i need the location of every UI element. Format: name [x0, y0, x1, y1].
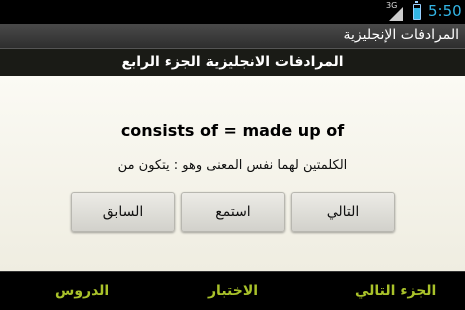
meaning-text: الكلمتين لهما نفس المعنى وهو : يتكون من	[117, 158, 348, 173]
nav-next-part[interactable]: الجزء التالي	[355, 283, 436, 299]
status-clock: 5:50	[428, 2, 462, 20]
app-title-bar: المرادفات الإنجليزية	[0, 24, 465, 48]
section-header: المرادفات الانجليزية الجزء الرابع	[0, 48, 465, 76]
bottom-nav: الدروس الاختبار الجزء التالي	[0, 271, 465, 310]
section-title: المرادفات الانجليزية الجزء الرابع	[121, 54, 344, 70]
next-button[interactable]: التالي	[291, 192, 395, 232]
battery-icon	[413, 1, 421, 20]
nav-lessons[interactable]: الدروس	[55, 283, 109, 299]
nav-test[interactable]: الاختبار	[208, 283, 258, 299]
status-bar: 3G 5:50	[0, 0, 465, 24]
app-title: المرادفات الإنجليزية	[343, 27, 459, 43]
listen-button[interactable]: استمع	[181, 192, 285, 232]
lesson-card: consists of = made up of الكلمتين لهما ن…	[0, 76, 465, 271]
previous-button[interactable]: السابق	[71, 192, 175, 232]
signal-icon	[389, 7, 403, 21]
word-pair: consists of = made up of	[120, 121, 345, 140]
